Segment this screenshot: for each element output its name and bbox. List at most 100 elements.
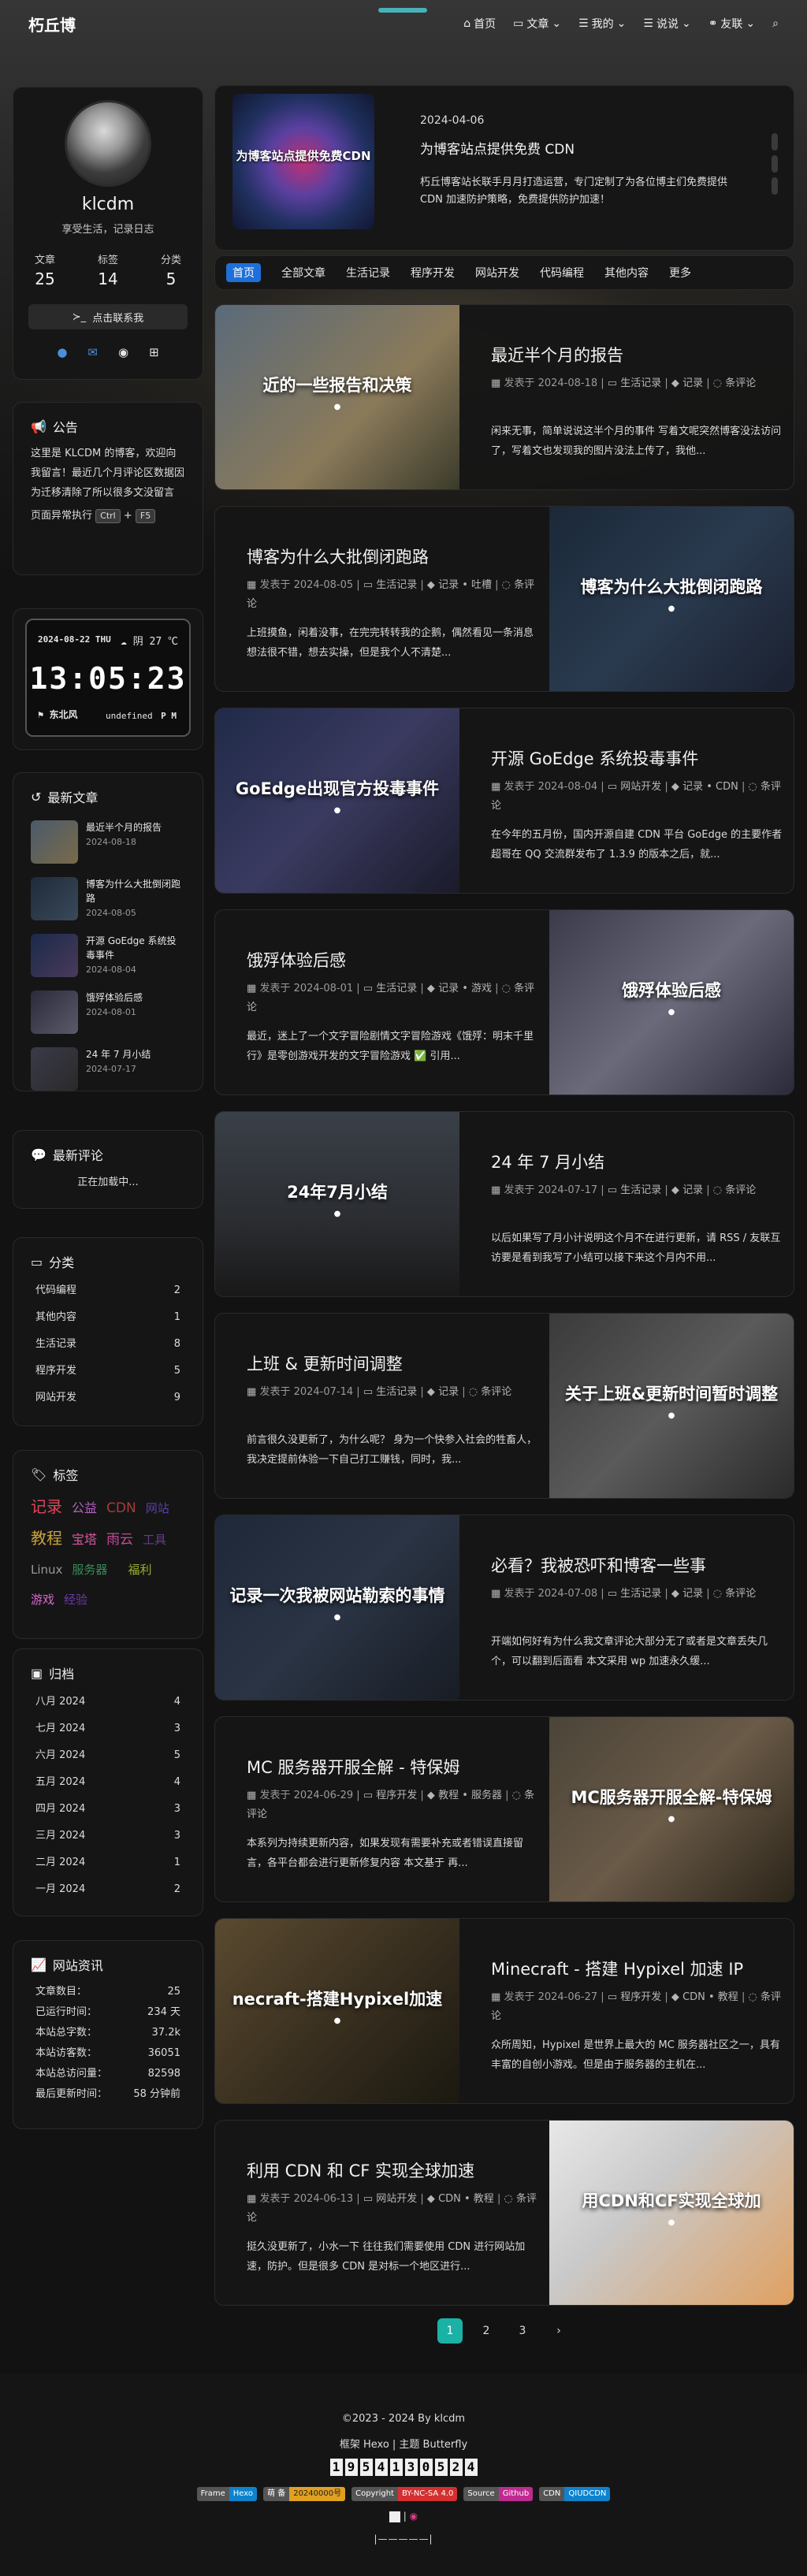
- post-title[interactable]: 最近半个月的报告: [491, 343, 623, 366]
- recent-post-item[interactable]: 饿殍体验后感 2024-08-01: [13, 991, 203, 1038]
- post-title[interactable]: 利用 CDN 和 CF 实现全球加速: [247, 2158, 474, 2182]
- post-cover-image[interactable]: necraft-搭建Hypixel加速 ●: [215, 1919, 459, 2103]
- badge-cdn[interactable]: CDN QIUDCDN: [539, 2487, 611, 2501]
- tag-item[interactable]: 福利: [128, 1563, 151, 1577]
- tag-item[interactable]: 游戏: [31, 1593, 54, 1607]
- catbar-item[interactable]: 网站开发: [475, 265, 519, 281]
- catbar-item-more[interactable]: 更多: [669, 265, 691, 281]
- post-tags[interactable]: 记录 • CDN: [682, 781, 738, 793]
- post-tags[interactable]: CDN • 教程: [438, 2193, 494, 2205]
- carousel-dot[interactable]: [772, 177, 778, 195]
- stat-articles[interactable]: 文章 25: [35, 251, 55, 288]
- contact-button[interactable]: ≻_ 点击联系我: [28, 304, 188, 329]
- tag-item[interactable]: Linux: [31, 1563, 62, 1577]
- featured-post-image[interactable]: 为博客站点提供免费CDN: [232, 94, 374, 229]
- catbar-item[interactable]: 生活记录: [346, 265, 390, 281]
- search-button[interactable]: ⌕: [772, 17, 779, 30]
- catbar-item[interactable]: 程序开发: [411, 265, 455, 281]
- tag-item[interactable]: 雨云: [106, 1532, 133, 1548]
- badge-icp[interactable]: 萌 备 20240000号: [263, 2487, 346, 2501]
- post-cover-image[interactable]: GoEdge出现官方投毒事件 ●: [215, 708, 459, 893]
- post-title[interactable]: 开源 GoEdge 系统投毒事件: [491, 746, 698, 770]
- archive-item[interactable]: 七月 2024 3: [13, 1715, 203, 1742]
- shield-icon[interactable]: ◉: [410, 2511, 418, 2522]
- post-cover-image[interactable]: 24年7月小结 ●: [215, 1112, 459, 1296]
- post-title[interactable]: 24 年 7 月小结: [491, 1150, 604, 1173]
- recent-post-thumb[interactable]: [31, 877, 78, 920]
- tag-item[interactable]: 公益: [72, 1500, 97, 1515]
- post-comments[interactable]: 条评论: [725, 377, 756, 389]
- email-icon[interactable]: ✉: [87, 345, 98, 359]
- archive-item[interactable]: 八月 2024 4: [13, 1689, 203, 1715]
- catbar-item[interactable]: 全部文章: [281, 265, 325, 281]
- catbar-item[interactable]: 其他内容: [604, 265, 649, 281]
- post-category[interactable]: 生活记录: [376, 1386, 417, 1398]
- next-page-button[interactable]: ›: [546, 2318, 571, 2344]
- category-item[interactable]: 其他内容 1: [13, 1304, 203, 1331]
- tag-item[interactable]: 服务器: [72, 1563, 107, 1577]
- recent-post-item[interactable]: 博客为什么大批倒闭跑路 2024-08-05: [13, 877, 203, 924]
- post-card[interactable]: necraft-搭建Hypixel加速 ● Minecraft - 搭建 Hyp…: [214, 1918, 794, 2104]
- post-comments[interactable]: 条评论: [725, 1184, 756, 1196]
- post-category[interactable]: 生活记录: [620, 1184, 661, 1196]
- post-category[interactable]: 网站开发: [620, 781, 661, 793]
- archive-item[interactable]: 四月 2024 3: [13, 1796, 203, 1823]
- post-comments[interactable]: 条评论: [725, 1588, 756, 1600]
- carousel-dot[interactable]: [772, 155, 778, 173]
- post-tags[interactable]: 记录 • 吐槽: [438, 579, 492, 591]
- tag-item[interactable]: 经验: [64, 1593, 87, 1607]
- nav-item-links[interactable]: ⚭ 友联 ⌄: [708, 16, 755, 32]
- github-icon[interactable]: ●: [57, 345, 67, 359]
- post-card[interactable]: 近的一些报告和决策 ● 最近半个月的报告 ▦ 发表于 2024-08-18 | …: [214, 304, 794, 490]
- image-icon[interactable]: [389, 2511, 400, 2522]
- post-tags[interactable]: CDN • 教程: [682, 1991, 738, 2003]
- avatar[interactable]: [65, 100, 151, 187]
- category-item[interactable]: 程序开发 5: [13, 1358, 203, 1385]
- page-button-current[interactable]: 1: [437, 2318, 463, 2344]
- post-category[interactable]: 生活记录: [376, 983, 417, 994]
- post-cover-image[interactable]: 饿殍体验后感 ●: [549, 910, 794, 1095]
- post-category[interactable]: 生活记录: [620, 377, 661, 389]
- post-cover-image[interactable]: 记录一次我被网站勒索的事情 ●: [215, 1515, 459, 1700]
- category-item[interactable]: 代码编程 2: [13, 1277, 203, 1304]
- category-item[interactable]: 网站开发 9: [13, 1385, 203, 1411]
- archive-item[interactable]: 三月 2024 3: [13, 1823, 203, 1849]
- archive-item[interactable]: 五月 2024 4: [13, 1769, 203, 1796]
- post-card[interactable]: 24年7月小结 ● 24 年 7 月小结 ▦ 发表于 2024-07-17 | …: [214, 1111, 794, 1297]
- recent-post-item[interactable]: 24 年 7 月小结 2024-07-17: [13, 1047, 203, 1095]
- featured-post-title[interactable]: 为博客站点提供免费 CDN: [420, 138, 575, 158]
- badge-frame[interactable]: Frame Hexo: [196, 2487, 258, 2501]
- post-card[interactable]: MC服务器开服全解-特保姆 ● MC 服务器开服全解 - 特保姆 ▦ 发表于 2…: [214, 1716, 794, 1902]
- archive-item[interactable]: 二月 2024 1: [13, 1849, 203, 1876]
- post-cover-image[interactable]: 博客为什么大批倒闭跑路 ●: [549, 507, 794, 691]
- category-item[interactable]: 生活记录 8: [13, 1331, 203, 1358]
- post-category[interactable]: 生活记录: [620, 1588, 661, 1600]
- badge-source[interactable]: Source Github: [463, 2487, 534, 2501]
- post-card[interactable]: GoEdge出现官方投毒事件 ● 开源 GoEdge 系统投毒事件 ▦ 发表于 …: [214, 708, 794, 894]
- nav-item-home[interactable]: ⌂ 首页: [463, 16, 496, 32]
- post-title[interactable]: 饿殍体验后感: [247, 948, 346, 972]
- rss-icon[interactable]: ◉: [118, 345, 128, 359]
- post-category[interactable]: 程序开发: [620, 1991, 661, 2003]
- post-tags[interactable]: 记录: [438, 1386, 459, 1398]
- post-cover-image[interactable]: 用CDN和CF实现全球加 ●: [549, 2121, 794, 2305]
- archive-item[interactable]: 一月 2024 2: [13, 1876, 203, 1903]
- post-tags[interactable]: 记录: [682, 1184, 703, 1196]
- post-category[interactable]: 生活记录: [376, 579, 417, 591]
- sitemap-icon[interactable]: ⊞: [149, 345, 159, 359]
- post-card[interactable]: 记录一次我被网站勒索的事情 ● 必看？我被恐吓和博客一些事 ▦ 发表于 2024…: [214, 1515, 794, 1701]
- post-cover-image[interactable]: MC服务器开服全解-特保姆 ●: [549, 1717, 794, 1901]
- recent-post-item[interactable]: 最近半个月的报告 2024-08-18: [13, 820, 203, 868]
- recent-post-thumb[interactable]: [31, 991, 78, 1034]
- post-cover-image[interactable]: 关于上班&更新时间暂时调整 ●: [549, 1314, 794, 1498]
- post-card[interactable]: 饿殍体验后感 ● 饿殍体验后感 ▦ 发表于 2024-08-01 | ▭ 生活记…: [214, 909, 794, 1095]
- nav-item-articles[interactable]: ▭ 文章 ⌄: [513, 16, 561, 32]
- page-button[interactable]: 2: [474, 2318, 499, 2344]
- nav-item-mine[interactable]: ☰ 我的 ⌄: [578, 16, 626, 32]
- post-tags[interactable]: 教程 • 服务器: [438, 1790, 502, 1801]
- post-tags[interactable]: 记录: [682, 1588, 703, 1600]
- post-title[interactable]: Minecraft - 搭建 Hypixel 加速 IP: [491, 1957, 743, 1980]
- catbar-item-home[interactable]: 首页: [226, 263, 261, 282]
- page-button[interactable]: 3: [510, 2318, 535, 2344]
- post-tags[interactable]: 记录: [682, 377, 703, 389]
